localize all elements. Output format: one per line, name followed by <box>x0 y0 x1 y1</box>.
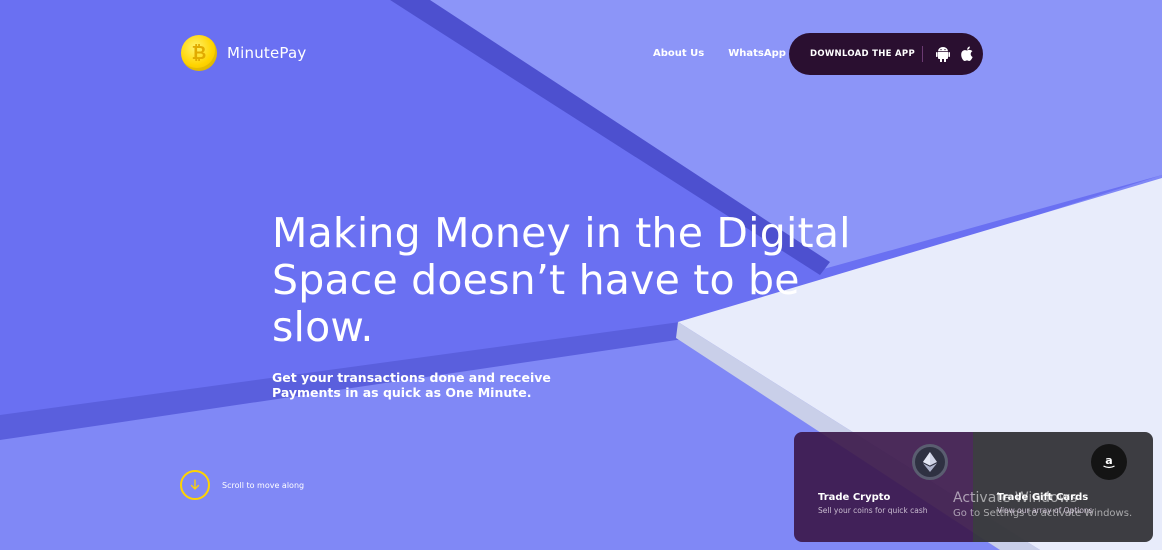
card-subtitle: Sell your coins for quick cash <box>818 506 928 515</box>
amazon-icon: a <box>1091 444 1127 480</box>
scroll-indicator[interactable]: Scroll to move along <box>180 470 304 500</box>
top-nav: About Us WhatsApp <box>653 48 786 59</box>
watermark-line-2: Go to Settings to activate Windows. <box>953 508 1133 519</box>
ethereum-icon <box>912 444 948 480</box>
hero-title: Making Money in the Digital Space doesn’… <box>272 209 851 351</box>
trade-cards: Trade Crypto Sell your coins for quick c… <box>794 432 1153 542</box>
nav-link-about[interactable]: About Us <box>653 48 704 59</box>
logo[interactable]: ₿ MinutePay <box>181 35 306 71</box>
divider <box>922 46 923 62</box>
watermark-line-1: Activate Windows <box>953 490 1078 506</box>
brand-name: MinutePay <box>227 44 307 62</box>
download-app-button[interactable]: DOWNLOAD THE APP <box>789 33 983 75</box>
android-icon[interactable] <box>934 45 952 63</box>
nav-link-whatsapp[interactable]: WhatsApp <box>728 48 786 59</box>
coin-logo-icon: ₿ <box>181 35 217 71</box>
scroll-label: Scroll to move along <box>222 480 305 490</box>
hero-subtitle: Get your transactions done and receive P… <box>272 370 551 400</box>
windows-activation-watermark: Activate Windows Go to Settings to activ… <box>953 490 1132 519</box>
card-title: Trade Crypto <box>818 492 891 503</box>
arrow-down-icon[interactable] <box>180 470 210 500</box>
svg-text:a: a <box>1105 454 1112 467</box>
trade-crypto-card[interactable]: Trade Crypto Sell your coins for quick c… <box>794 432 973 542</box>
apple-icon[interactable] <box>958 45 976 63</box>
download-label: DOWNLOAD THE APP <box>810 49 915 59</box>
trade-gift-cards-card[interactable]: a Trade Gift Cards View our array of Opt… <box>973 432 1153 542</box>
